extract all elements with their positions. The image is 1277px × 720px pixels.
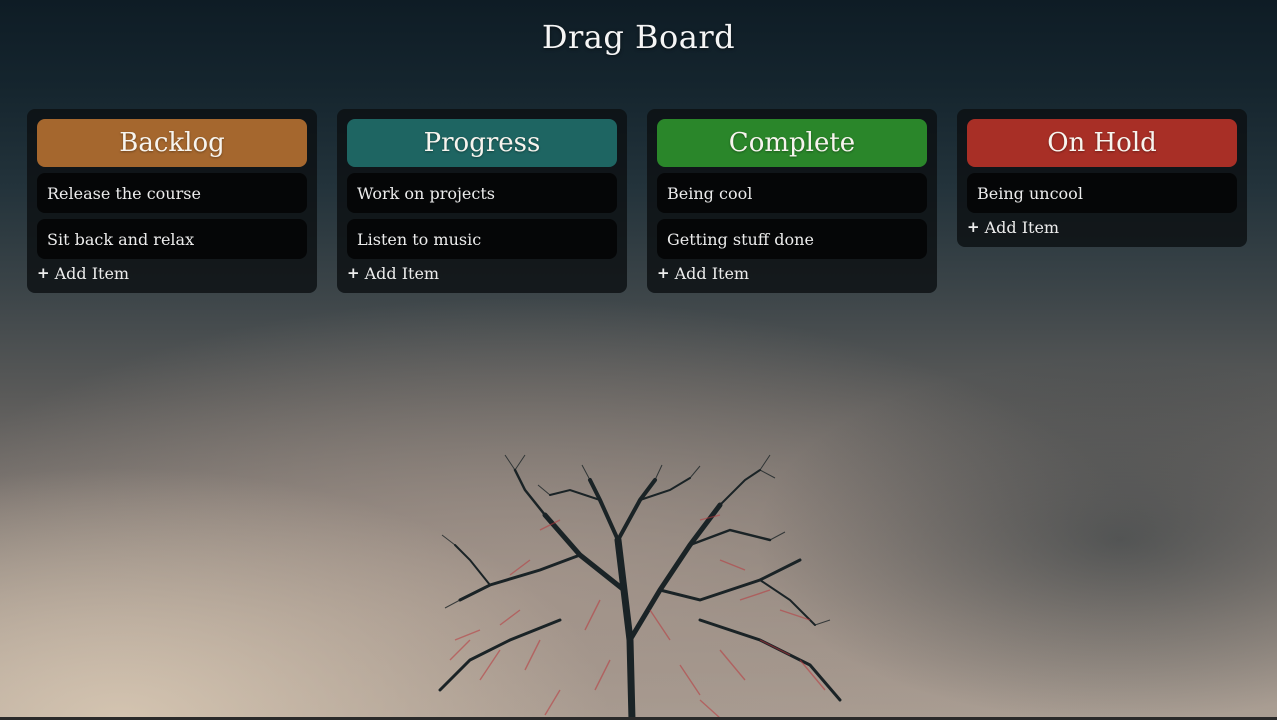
column-header-progress: Progress	[347, 119, 617, 167]
kanban-board: Backlog Release the course Sit back and …	[27, 109, 1247, 293]
list-item[interactable]: Being cool	[657, 173, 927, 213]
column-header-complete: Complete	[657, 119, 927, 167]
add-item-label: Add Item	[54, 263, 130, 283]
column-items: Being uncool	[967, 173, 1237, 213]
list-item[interactable]: Listen to music	[347, 219, 617, 259]
list-item[interactable]: Release the course	[37, 173, 307, 213]
column-complete[interactable]: Complete Being cool Getting stuff done +…	[647, 109, 937, 293]
plus-icon: +	[967, 218, 980, 236]
plus-icon: +	[657, 264, 670, 282]
column-title: Complete	[728, 128, 856, 158]
column-items: Work on projects Listen to music	[347, 173, 617, 259]
add-item-button[interactable]: + Add Item	[967, 217, 1237, 237]
add-item-label: Add Item	[984, 217, 1060, 237]
column-header-backlog: Backlog	[37, 119, 307, 167]
plus-icon: +	[347, 264, 360, 282]
column-items: Release the course Sit back and relax	[37, 173, 307, 259]
add-item-label: Add Item	[674, 263, 750, 283]
column-on-hold[interactable]: On Hold Being uncool + Add Item	[957, 109, 1247, 247]
add-item-button[interactable]: + Add Item	[657, 263, 927, 283]
add-item-label: Add Item	[364, 263, 440, 283]
list-item[interactable]: Being uncool	[967, 173, 1237, 213]
column-progress[interactable]: Progress Work on projects Listen to musi…	[337, 109, 627, 293]
column-title: Backlog	[119, 128, 225, 158]
add-item-button[interactable]: + Add Item	[37, 263, 307, 283]
list-item[interactable]: Work on projects	[347, 173, 617, 213]
column-header-on-hold: On Hold	[967, 119, 1237, 167]
column-items: Being cool Getting stuff done	[657, 173, 927, 259]
add-item-button[interactable]: + Add Item	[347, 263, 617, 283]
column-title: Progress	[423, 128, 541, 158]
page-title: Drag Board	[541, 18, 736, 56]
column-title: On Hold	[1047, 128, 1157, 158]
plus-icon: +	[37, 264, 50, 282]
list-item[interactable]: Getting stuff done	[657, 219, 927, 259]
list-item[interactable]: Sit back and relax	[37, 219, 307, 259]
column-backlog[interactable]: Backlog Release the course Sit back and …	[27, 109, 317, 293]
background-tree-image	[438, 454, 842, 720]
